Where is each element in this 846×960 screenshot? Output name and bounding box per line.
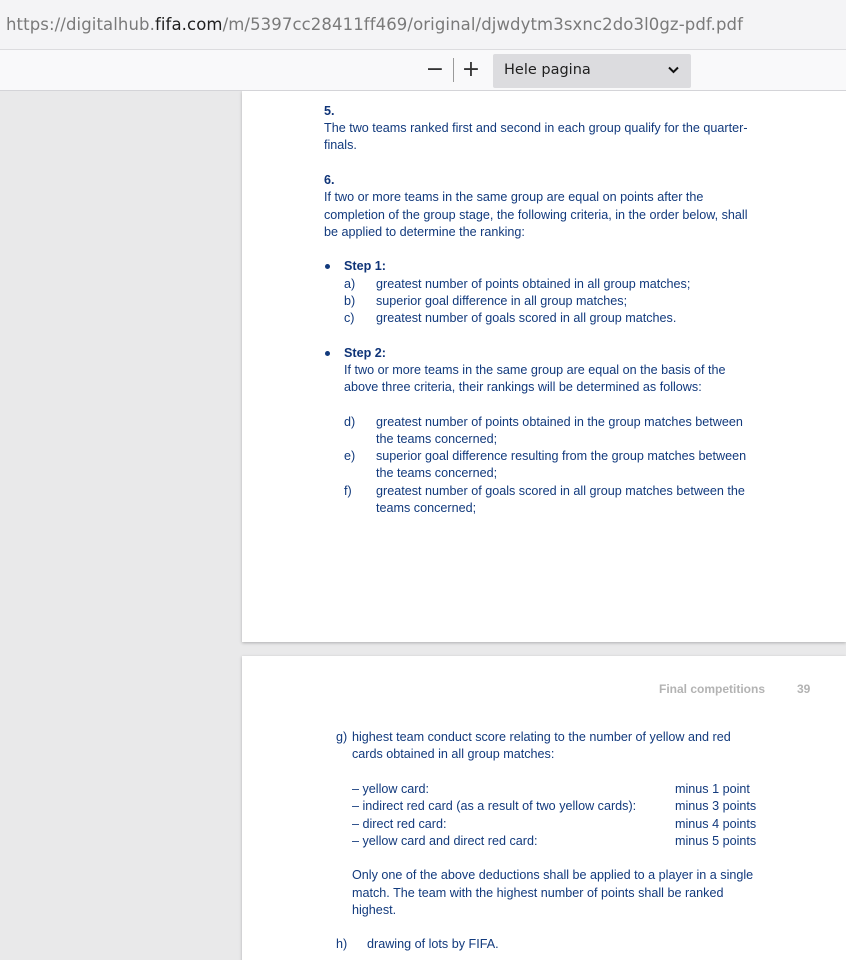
zoom-select[interactable]: Hele pagina bbox=[493, 54, 691, 88]
page-number: 39 bbox=[797, 682, 811, 696]
list-marker: a) bbox=[344, 277, 356, 291]
list-marker: d) bbox=[344, 415, 356, 429]
pdf-toolbar: − + bbox=[0, 50, 846, 91]
chevron-down-icon bbox=[668, 66, 679, 74]
list-item: greatest number of points obtained in th… bbox=[376, 415, 743, 429]
list-item: teams concerned; bbox=[376, 501, 477, 515]
list-item: greatest number of goals scored in all g… bbox=[376, 484, 745, 498]
zoom-divider bbox=[453, 58, 454, 82]
url-host: fifa.com bbox=[154, 15, 223, 34]
pdf-page: 5. The two teams ranked first and second… bbox=[242, 91, 846, 642]
list-item: drawing of lots by FIFA. bbox=[367, 937, 499, 951]
deduction-value: minus 5 points bbox=[675, 834, 757, 848]
list-item: the teams concerned; bbox=[376, 466, 498, 480]
zoom-out-button[interactable]: − bbox=[425, 57, 445, 83]
url-path: /m/5397cc28411ff469/original/djwdytm3sxn… bbox=[222, 15, 744, 34]
page-header-title: Final competitions bbox=[659, 682, 766, 696]
url-text[interactable]: https://digitalhub.fifa.com/m/5397cc2841… bbox=[6, 15, 743, 34]
deduction-label: – yellow card: bbox=[352, 782, 429, 796]
list-item: the teams concerned; bbox=[376, 432, 498, 446]
step-heading: Step 1: bbox=[344, 259, 386, 273]
pdf-viewer[interactable]: 5. The two teams ranked first and second… bbox=[0, 91, 846, 960]
list-marker: f) bbox=[344, 484, 352, 498]
zoom-select-value: Hele pagina bbox=[504, 62, 591, 78]
list-item: superior goal difference resulting from … bbox=[376, 449, 747, 463]
list-item: greatest number of goals scored in all g… bbox=[376, 311, 677, 325]
bullet-icon bbox=[325, 264, 330, 269]
paragraph-line: be applied to determine the ranking: bbox=[324, 225, 525, 239]
step-heading: Step 2: bbox=[344, 346, 386, 360]
paragraph-line: completion of the group stage, the follo… bbox=[324, 208, 748, 222]
zoom-in-button[interactable]: + bbox=[461, 57, 481, 83]
paragraph-line: match. The team with the highest number … bbox=[352, 886, 724, 900]
paragraph-line: highest. bbox=[352, 903, 397, 917]
deduction-value: minus 1 point bbox=[675, 782, 750, 796]
paragraph-line: If two or more teams in the same group a… bbox=[324, 190, 704, 204]
paragraph-line: If two or more teams in the same group a… bbox=[344, 363, 726, 377]
paragraph-line: The two teams ranked first and second in… bbox=[324, 121, 748, 135]
list-item: highest team conduct score relating to t… bbox=[352, 730, 731, 744]
list-item: greatest number of points obtained in al… bbox=[376, 277, 691, 291]
deduction-label: – yellow card and direct red card: bbox=[352, 834, 538, 848]
list-marker: b) bbox=[344, 294, 356, 308]
list-item: cards obtained in all group matches: bbox=[352, 747, 555, 761]
list-marker: g) bbox=[336, 730, 348, 744]
list-marker: c) bbox=[344, 311, 355, 325]
paragraph-line: Only one of the above deductions shall b… bbox=[352, 868, 754, 882]
url-prefix: https://digitalhub. bbox=[6, 15, 155, 34]
paragraph-line: above three criteria, their rankings wil… bbox=[344, 380, 702, 394]
deduction-label: – indirect red card (as a result of two … bbox=[352, 799, 637, 813]
section-number: 5. bbox=[324, 104, 335, 118]
deduction-label: – direct red card: bbox=[352, 817, 447, 831]
deduction-value: minus 3 points bbox=[675, 799, 757, 813]
pdf-page: Final competitions 39 g) highest team co… bbox=[242, 656, 846, 960]
list-item: superior goal difference in all group ma… bbox=[376, 294, 628, 308]
section-number: 6. bbox=[324, 173, 335, 187]
list-marker: h) bbox=[336, 937, 348, 951]
bullet-icon bbox=[325, 351, 330, 356]
deduction-value: minus 4 points bbox=[675, 817, 757, 831]
paragraph-line: finals. bbox=[324, 138, 357, 152]
address-bar[interactable]: https://digitalhub.fifa.com/m/5397cc2841… bbox=[0, 0, 846, 50]
list-marker: e) bbox=[344, 449, 356, 463]
